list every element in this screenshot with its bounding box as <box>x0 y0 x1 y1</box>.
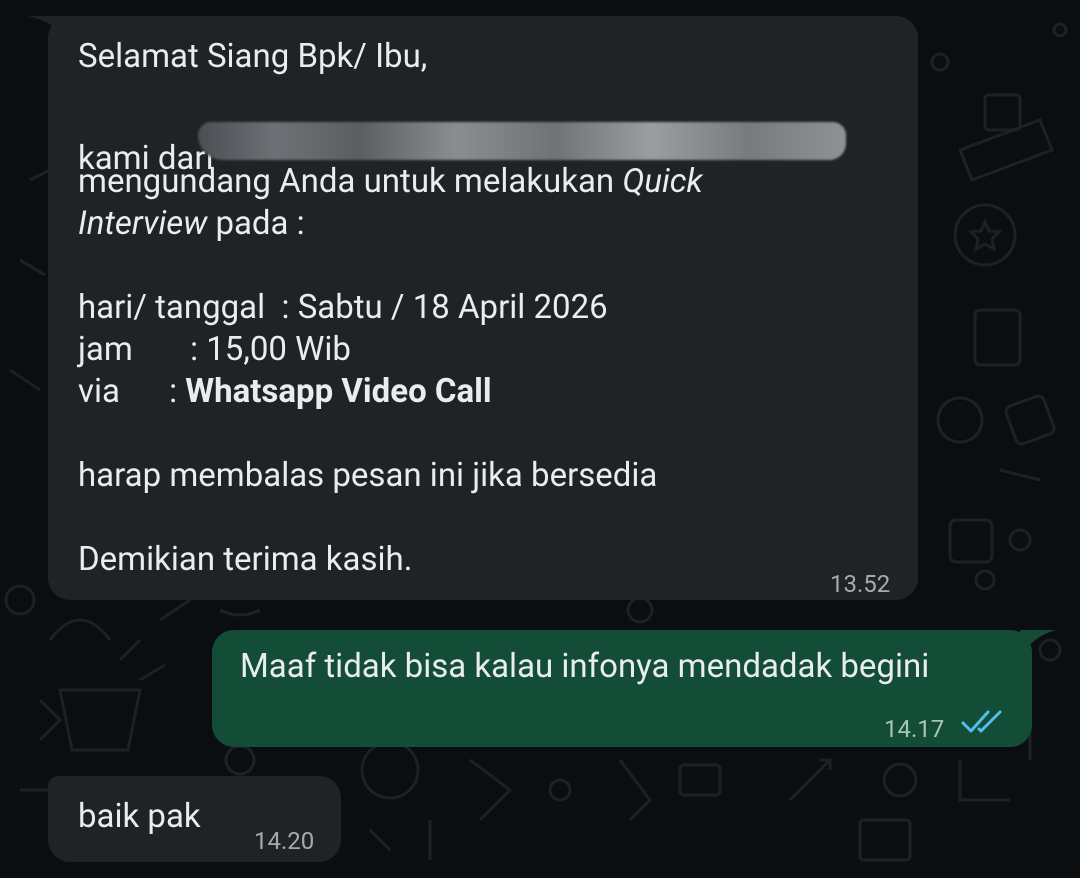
message-timestamp: 14.20 <box>254 827 315 855</box>
incoming-message-bubble[interactable]: baik pak 14.20 <box>48 776 341 862</box>
message-timestamp: 13.52 <box>830 570 891 598</box>
message-text-segment: pada : <box>207 204 305 243</box>
message-text-line: baik pak <box>78 797 201 836</box>
message-text-line: Interview pada : <box>78 203 305 245</box>
incoming-message-bubble[interactable]: Selamat Siang Bpk/ Ibu, kami dari mengun… <box>48 16 918 600</box>
message-text-italic: Interview <box>78 204 208 243</box>
message-text-line: Selamat Siang Bpk/ Ibu, <box>78 37 428 76</box>
message-text-bold: Whatsapp Video Call <box>185 372 492 411</box>
message-text-segment: mengundang Anda untuk melakukan <box>78 162 623 201</box>
outgoing-message-bubble[interactable]: Maaf tidak bisa kalau infonya mendadak b… <box>212 630 1032 747</box>
message-text-line: Maaf tidak bisa kalau infonya mendadak b… <box>240 647 930 686</box>
message-text-line: harap membalas pesan ini jika bersedia <box>78 456 658 495</box>
message-text-segment: via : <box>78 372 186 411</box>
message-timestamp: 14.17 <box>884 715 945 743</box>
message-text-line: mengundang Anda untuk melakukan Quick <box>78 161 703 203</box>
message-text-line: via : Whatsapp Video Call <box>78 371 492 413</box>
double-check-read-icon <box>961 710 1002 733</box>
message-text-line: jam : 15,00 Wib <box>78 330 351 369</box>
redacted-company-name <box>198 122 846 160</box>
message-text-italic: Quick <box>622 162 703 201</box>
message-text-line: hari/ tanggal : Sabtu / 18 April 2026 <box>78 288 608 327</box>
message-text-line: Demikian terima kasih. <box>78 540 413 579</box>
